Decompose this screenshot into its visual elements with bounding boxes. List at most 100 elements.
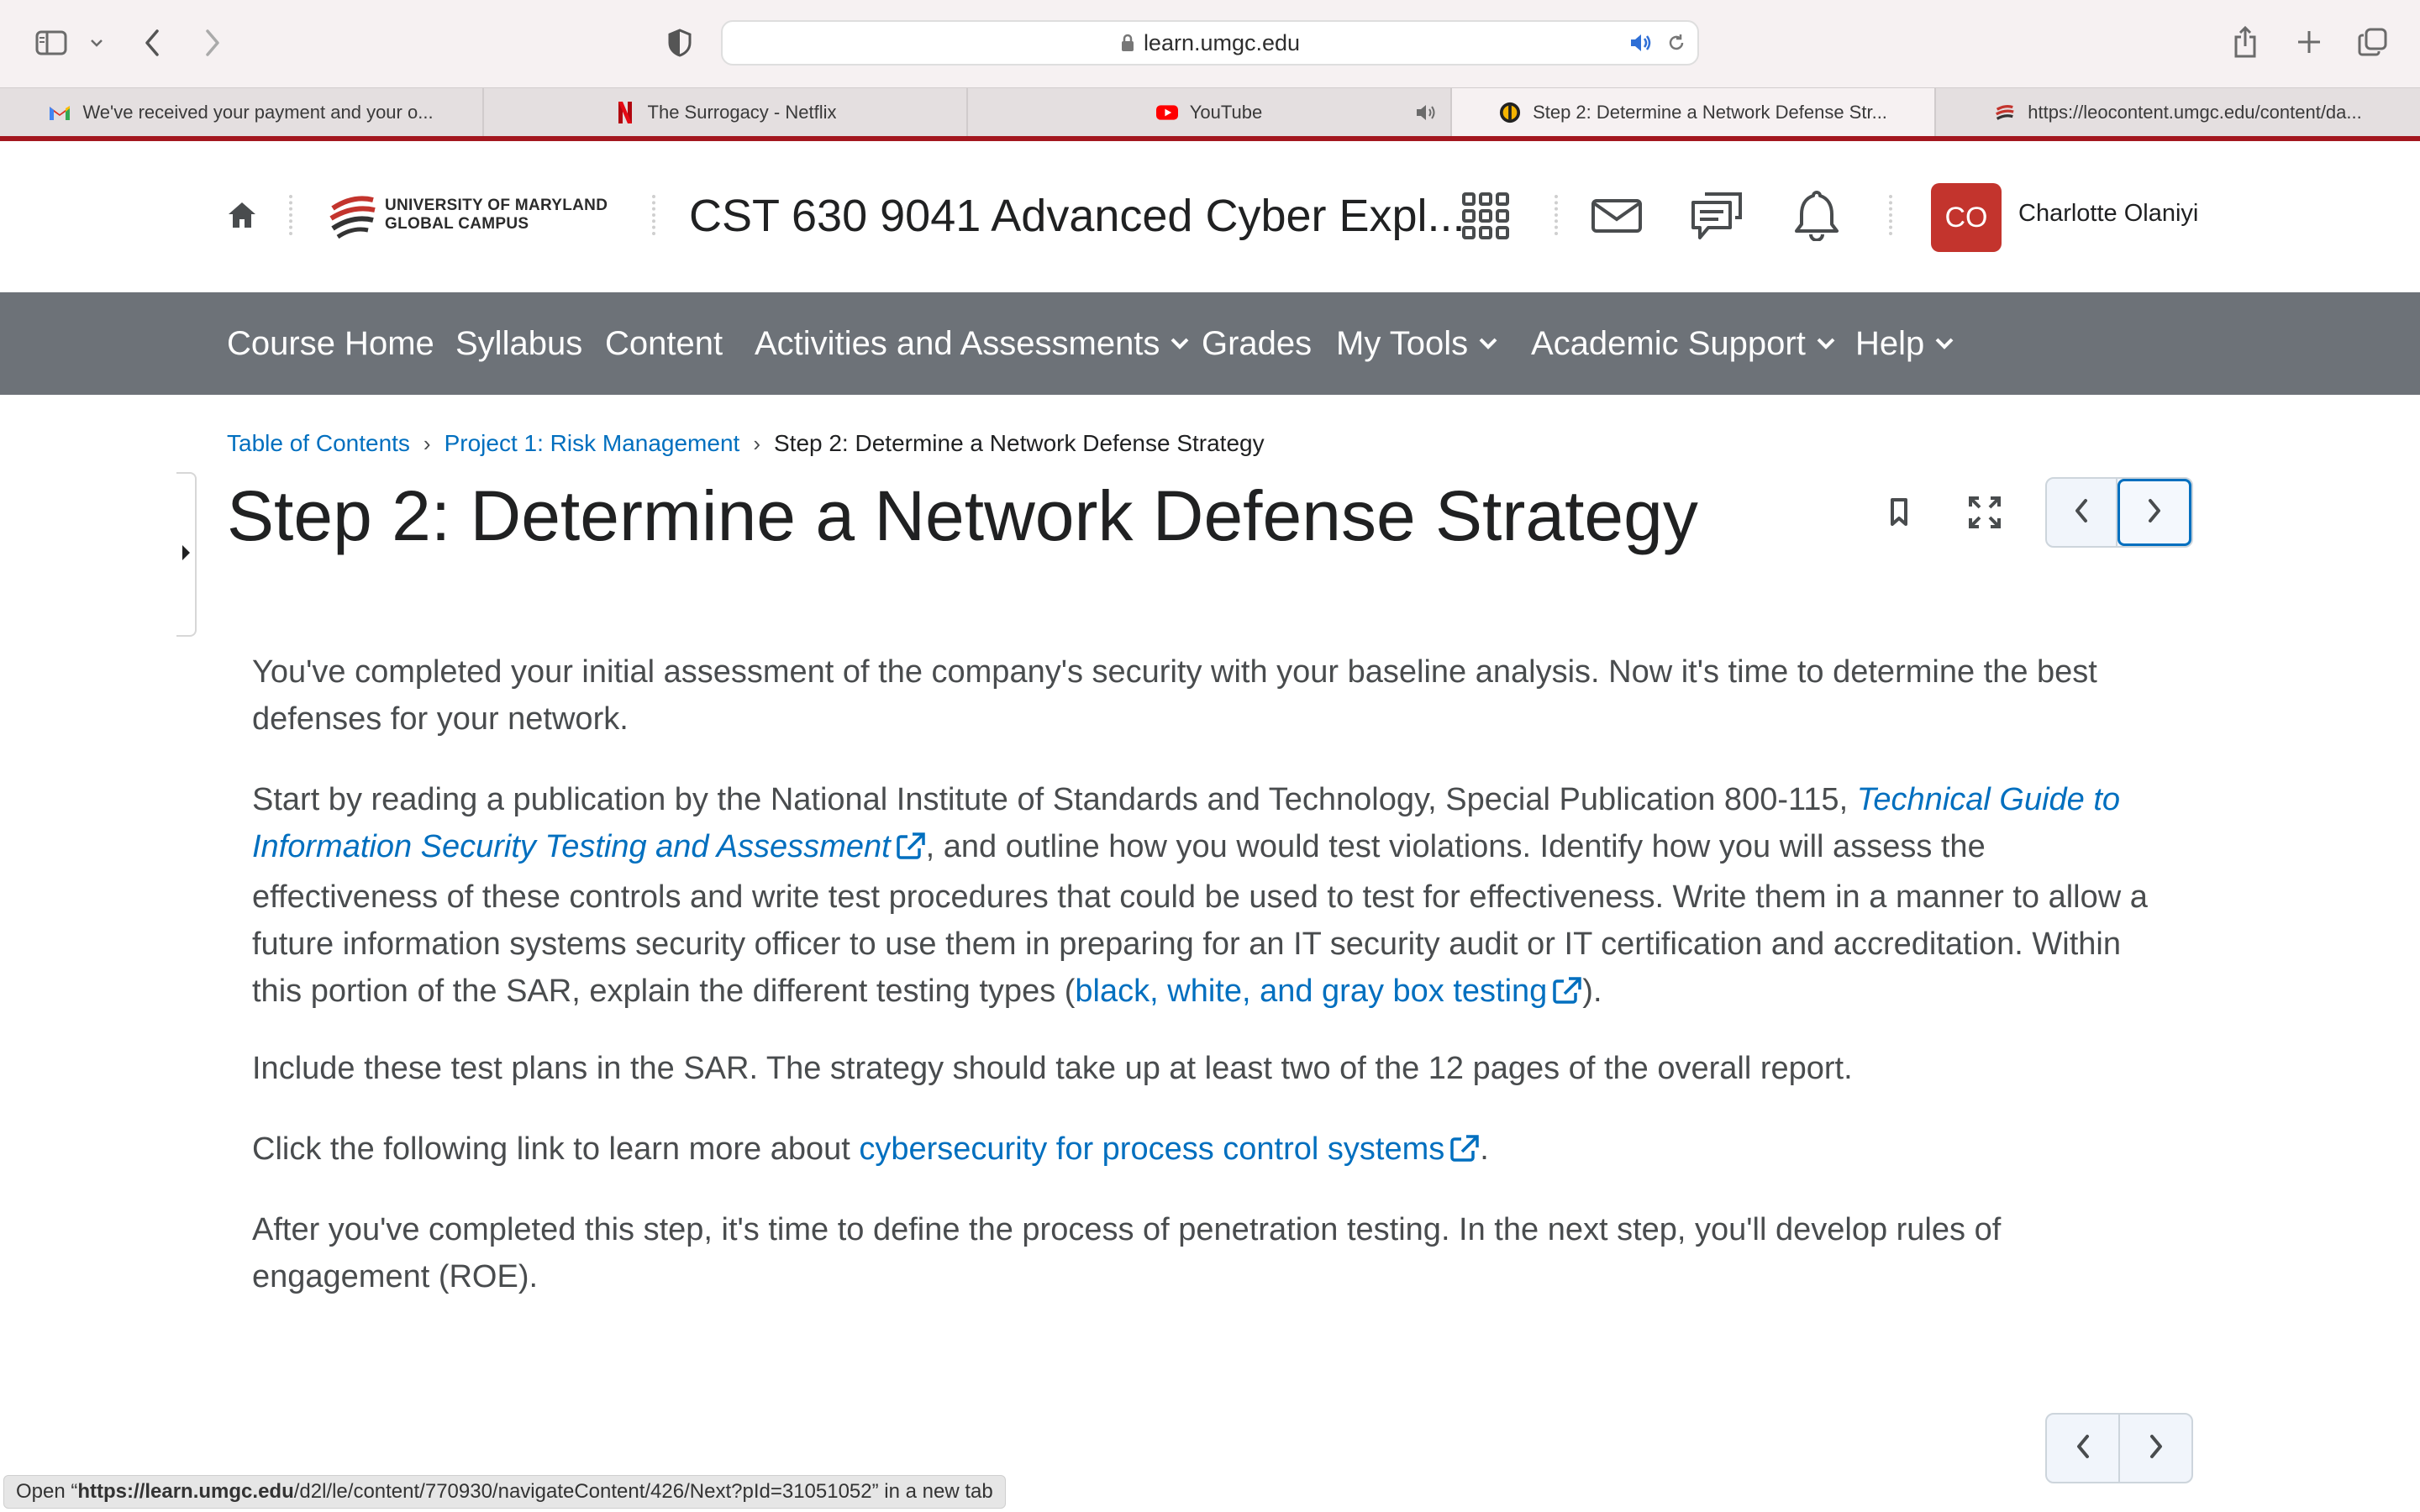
tab-label: YouTube (1189, 102, 1263, 123)
breadcrumb-project-1[interactable]: Project 1: Risk Management (445, 430, 740, 457)
previous-topic-button[interactable] (2047, 479, 2118, 546)
chevron-down-icon (1934, 337, 1954, 350)
university-line-2: GLOBAL CAMPUS (385, 215, 529, 233)
university-line-1: UNIVERSITY OF MARYLAND (385, 197, 608, 214)
share-icon[interactable] (2230, 24, 2260, 60)
nav-my-tools[interactable]: My Tools (1336, 292, 1498, 395)
nav-label: Course Home (227, 324, 434, 362)
link-text: cybersecurity for process control system… (859, 1131, 1445, 1167)
avatar[interactable]: CO (1931, 183, 2002, 252)
divider (289, 195, 292, 235)
topic-pager-top (2045, 477, 2193, 548)
breadcrumb-current: Step 2: Determine a Network Defense Stra… (773, 430, 1265, 456)
tab-overview-icon[interactable] (2356, 25, 2390, 59)
next-topic-button[interactable] (2118, 479, 2191, 546)
tab-label: The Surrogacy - Netflix (647, 102, 837, 123)
next-topic-button[interactable] (2120, 1415, 2191, 1482)
nav-label: Activities and Assessments (755, 324, 1160, 362)
nav-label: Content (605, 324, 723, 362)
home-icon[interactable] (225, 198, 259, 232)
sidebar-toggle-icon[interactable] (34, 29, 69, 57)
course-selector-grid-icon[interactable] (1460, 190, 1511, 242)
external-link-icon (1552, 971, 1582, 1018)
mail-icon[interactable] (1590, 197, 1644, 235)
tab-step-2[interactable]: Step 2: Determine a Network Defense Str.… (1452, 88, 1936, 137)
umgc-logo[interactable] (326, 188, 378, 242)
course-header: UNIVERSITY OF MARYLAND GLOBAL CAMPUS CST… (0, 141, 2420, 292)
reload-icon[interactable] (1664, 30, 1689, 55)
external-link-icon (1449, 1129, 1480, 1176)
link-status-bar: Open “https://learn.umgc.edu/d2l/le/cont… (3, 1475, 1006, 1509)
paragraph-intro: You've completed your initial assessment… (252, 654, 2097, 737)
nav-content[interactable]: Content (605, 292, 723, 395)
nav-course-home[interactable]: Course Home (227, 292, 434, 395)
audio-playing-icon[interactable] (1627, 30, 1655, 55)
chevron-down-icon (1170, 337, 1190, 350)
bell-icon[interactable] (1791, 188, 1842, 242)
university-name: UNIVERSITY OF MARYLAND GLOBAL CAMPUS (385, 197, 608, 234)
tab-label: https://leocontent.umgc.edu/content/da..… (2028, 102, 2362, 123)
chevron-down-icon[interactable] (87, 34, 106, 52)
breadcrumb: Table of Contents › Project 1: Risk Mana… (227, 427, 1265, 460)
browser-toolbar: learn.umgc.edu (0, 0, 2420, 87)
user-name[interactable]: Charlotte Olaniyi (2018, 200, 2198, 228)
divider (1889, 195, 1892, 235)
text-run: . (1480, 1131, 1489, 1167)
divider (1555, 195, 1558, 235)
lock-icon (1120, 34, 1135, 52)
nav-help[interactable]: Help (1855, 292, 1954, 395)
paragraph-next-step: After you've completed this step, it's t… (252, 1212, 2002, 1294)
status-text: Open “ (16, 1480, 78, 1503)
tab-leocontent[interactable]: https://leocontent.umgc.edu/content/da..… (1936, 88, 2420, 137)
nav-academic-support[interactable]: Academic Support (1531, 292, 1836, 395)
paragraph-learn-more: Click the following link to learn more a… (252, 1126, 2176, 1176)
nav-grades[interactable]: Grades (1202, 292, 1312, 395)
bookmark-icon[interactable] (1886, 494, 1912, 531)
topic-pager-bottom (2045, 1413, 2193, 1483)
nav-syllabus[interactable]: Syllabus (455, 292, 582, 395)
umgc-icon (1499, 102, 1521, 123)
tab-strip: We've received your payment and your o..… (0, 87, 2420, 137)
chevron-right-icon (2149, 1434, 2164, 1463)
text-run: Start by reading a publication by the Na… (252, 782, 1857, 817)
address-text: learn.umgc.edu (1143, 29, 1301, 55)
course-title[interactable]: CST 630 9041 Advanced Cyber Expl... (689, 190, 1465, 242)
tab-youtube[interactable]: YouTube (968, 88, 1452, 137)
status-host: https://learn.umgc.edu (77, 1480, 294, 1503)
nav-label: Academic Support (1531, 324, 1806, 362)
gmail-icon (49, 102, 71, 123)
breadcrumb-table-of-contents[interactable]: Table of Contents (227, 430, 410, 457)
chevron-right-icon (2147, 498, 2162, 528)
privacy-shield-icon[interactable] (666, 27, 694, 59)
fullscreen-icon[interactable] (1966, 494, 2003, 531)
youtube-icon (1155, 102, 1178, 123)
chat-icon[interactable] (1689, 190, 1744, 242)
link-text: black, white, and gray box testing (1075, 974, 1548, 1009)
forward-icon[interactable] (198, 25, 227, 60)
chevron-left-icon (2074, 498, 2089, 528)
chevron-down-icon (1478, 337, 1498, 350)
previous-topic-button[interactable] (2047, 1415, 2120, 1482)
text-run: Click the following link to learn more a… (252, 1131, 860, 1167)
new-tab-icon[interactable] (2294, 27, 2324, 57)
chevron-left-icon (2075, 1434, 2091, 1463)
tab-gmail[interactable]: We've received your payment and your o..… (0, 88, 484, 137)
tab-label: Step 2: Determine a Network Defense Str.… (1533, 102, 1887, 123)
umgc-logo-icon (1994, 102, 2016, 123)
table-of-contents-toggle[interactable] (176, 472, 197, 637)
nav-label: Syllabus (455, 324, 583, 362)
chevron-right-icon: › (423, 430, 431, 456)
status-text: /d2l/le/content/770930/navigateContent/4… (293, 1480, 993, 1503)
paragraph-test-plans: Include these test plans in the SAR. The… (252, 1051, 1853, 1086)
course-navbar: Course Home Syllabus Content Activities … (0, 292, 2420, 395)
address-bar[interactable]: learn.umgc.edu (721, 20, 1699, 66)
back-icon[interactable] (138, 25, 166, 60)
tab-netflix[interactable]: The Surrogacy - Netflix (484, 88, 968, 137)
process-control-link[interactable]: cybersecurity for process control system… (859, 1131, 1480, 1167)
chevron-down-icon (1816, 337, 1836, 350)
box-testing-link[interactable]: black, white, and gray box testing (1075, 974, 1582, 1009)
divider (652, 195, 655, 235)
page-title: Step 2: Determine a Network Defense Stra… (227, 476, 1698, 555)
nav-activities-and-assessments[interactable]: Activities and Assessments (755, 292, 1190, 395)
speaker-icon[interactable] (1415, 102, 1439, 128)
